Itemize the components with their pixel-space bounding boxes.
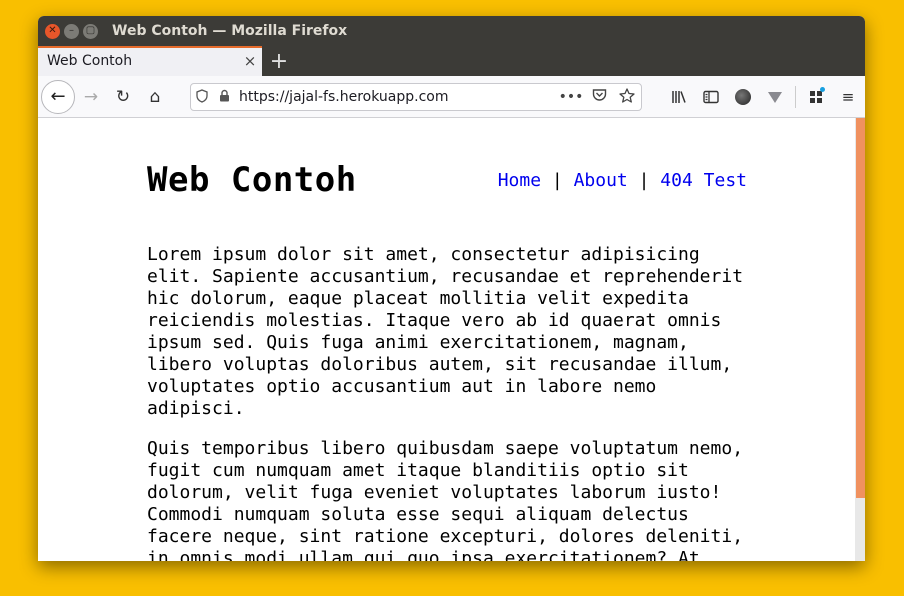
forward-button[interactable]: → (75, 81, 107, 113)
window-close-button[interactable]: ✕ (45, 23, 60, 39)
toolbar-separator (795, 86, 796, 108)
tab-web-contoh[interactable]: Web Contoh × (38, 46, 262, 76)
navigation-toolbar: ← → ↻ ⌂ https://jajal-fs.herokuapp.com •… (38, 76, 865, 118)
nav-link-404-test[interactable]: 404 Test (660, 170, 747, 191)
reload-button[interactable]: ↻ (107, 81, 139, 113)
notification-dot-icon (820, 87, 825, 92)
window-maximize-button[interactable]: ▢ (83, 23, 98, 39)
home-button[interactable]: ⌂ (139, 81, 171, 113)
extension-vee-icon[interactable] (759, 81, 791, 113)
window-controls: ✕ – ▢ (45, 23, 98, 39)
new-tab-button[interactable]: + (262, 46, 296, 76)
paragraph-1: Lorem ipsum dolor sit amet, consectetur … (147, 244, 744, 419)
account-avatar-icon[interactable] (727, 81, 759, 113)
site-title: Web Contoh (147, 160, 357, 200)
window-title: Web Contoh — Mozilla Firefox (112, 23, 348, 39)
web-page: Web Contoh Home | About | 404 Test Lorem… (147, 118, 747, 561)
library-icon[interactable] (663, 81, 695, 113)
browser-window: ✕ – ▢ Web Contoh — Mozilla Firefox Web C… (38, 16, 865, 561)
lock-icon[interactable] (213, 89, 235, 105)
tab-label: Web Contoh (47, 53, 133, 69)
shield-icon[interactable] (191, 88, 213, 106)
nav-link-home[interactable]: Home (498, 170, 541, 191)
paragraph-2: Quis temporibus libero quibusdam saepe v… (147, 438, 744, 561)
menu-icon[interactable]: ≡ (832, 81, 864, 113)
back-button[interactable]: ← (41, 79, 75, 114)
page-viewport[interactable]: Web Contoh Home | About | 404 Test Lorem… (38, 118, 855, 561)
nav-link-about[interactable]: About (574, 170, 628, 191)
page-content: Lorem ipsum dolor sit amet, consectetur … (147, 244, 747, 561)
toolbar-right: ≡ (663, 81, 864, 113)
close-icon[interactable]: × (238, 52, 262, 70)
nav-separator: | (551, 170, 563, 191)
url-text[interactable]: https://jajal-fs.herokuapp.com (239, 89, 557, 105)
window-minimize-button[interactable]: – (64, 23, 79, 39)
pocket-icon[interactable] (585, 88, 613, 106)
tab-strip: Web Contoh × + (38, 46, 865, 76)
vertical-scrollbar[interactable] (855, 118, 865, 561)
extensions-puzzle-icon[interactable] (800, 81, 832, 113)
site-header: Web Contoh Home | About | 404 Test (147, 118, 747, 218)
nav-separator: | (638, 170, 650, 191)
url-bar[interactable]: https://jajal-fs.herokuapp.com ••• (190, 83, 642, 111)
title-bar: ✕ – ▢ Web Contoh — Mozilla Firefox (38, 16, 865, 46)
bookmark-star-icon[interactable] (613, 87, 641, 107)
sidebar-icon[interactable] (695, 81, 727, 113)
scrollbar-thumb[interactable] (856, 118, 865, 498)
page-actions-icon[interactable]: ••• (557, 89, 585, 105)
site-nav: Home | About | 404 Test (498, 170, 747, 191)
